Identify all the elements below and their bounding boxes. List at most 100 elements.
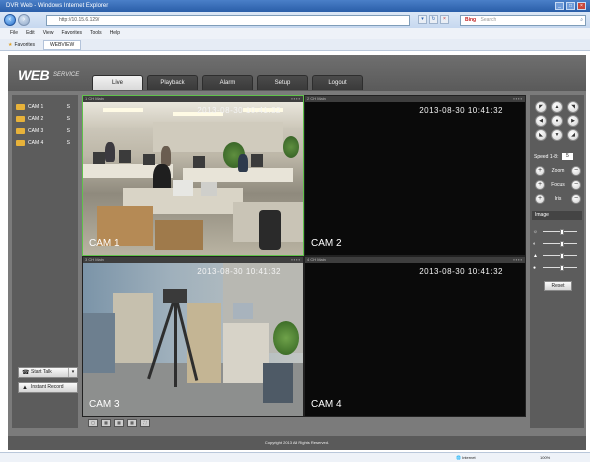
channel-panel: CAM 1 S CAM 2 S CAM 3 S CAM 4 S ☎ Start … <box>12 95 78 428</box>
logo: WEB <box>18 67 50 83</box>
list-item[interactable]: CAM 3 S <box>16 125 74 137</box>
ptz-speed: Speed 1-8: 5 <box>534 153 582 161</box>
video-label: CAM 2 <box>311 238 342 249</box>
layout-16-icon[interactable]: ▦ <box>127 419 137 427</box>
ptz-up-icon[interactable]: ▲ <box>551 101 563 113</box>
video-cell-cam2[interactable]: 2 CH Main ▪▪▪▪ 2013-08-30 10:41:32 CAM 2 <box>305 96 525 255</box>
footer-copyright: Copyright 2013 All Rights Reserved. <box>8 436 586 450</box>
instant-record-label: Instant Record <box>31 384 64 390</box>
list-item[interactable]: CAM 2 S <box>16 113 74 125</box>
ptz-up-right-icon[interactable]: ◥ <box>567 101 579 113</box>
slider-knob[interactable] <box>560 265 564 271</box>
video-cell-cam1[interactable]: 1 CH Main ▪▪▪▪ 2013-08-30 10:41:32 CAM 1 <box>82 95 304 256</box>
chevron-down-icon[interactable]: ▾ <box>68 368 77 377</box>
focus-in-button[interactable]: + <box>535 180 545 190</box>
logo-sub: SERVICE <box>53 72 80 78</box>
bing-icon: Bing <box>465 17 477 23</box>
slider-knob[interactable] <box>560 229 564 235</box>
ptz-center-icon[interactable]: ● <box>551 115 563 127</box>
hue-slider[interactable]: ● <box>533 263 581 273</box>
layout-1-icon[interactable]: ▢ <box>88 419 98 427</box>
video-cell-cam4[interactable]: 4 CH Main ▪▪▪▪ 2013-08-30 10:41:32 CAM 4 <box>305 257 525 416</box>
fullscreen-icon[interactable]: ⛶ <box>140 419 150 427</box>
menu-file[interactable]: File <box>10 28 18 39</box>
slider-knob[interactable] <box>560 241 564 247</box>
address-field[interactable]: http://10.15.6.129/ <box>46 15 410 26</box>
stop-icon[interactable]: × <box>440 15 449 24</box>
tab-logout[interactable]: Logout <box>312 75 363 90</box>
zoom-level[interactable]: 100% <box>540 453 550 462</box>
instant-record-button[interactable]: ▲ Instant Record <box>18 382 78 393</box>
browser-tab[interactable]: WEBVIEW <box>43 39 82 50</box>
ptz-down-left-icon[interactable]: ◣ <box>535 129 547 141</box>
search-icon[interactable]: ⌕ <box>580 16 583 25</box>
iris-close-button[interactable]: − <box>571 194 581 204</box>
zoom-in-button[interactable]: + <box>535 166 545 176</box>
ptz-up-left-icon[interactable]: ◤ <box>535 101 547 113</box>
back-button[interactable]: ‹ <box>4 14 16 26</box>
ptz-down-icon[interactable]: ▼ <box>551 129 563 141</box>
menu-view[interactable]: View <box>43 28 54 39</box>
camera-stream: S <box>66 128 70 134</box>
video-titlebar: 2 CH Main ▪▪▪▪ <box>305 96 525 102</box>
ptz-right-icon[interactable]: ▶ <box>567 115 579 127</box>
cam1-image <box>83 102 303 255</box>
cam3-image <box>83 263 303 416</box>
list-item[interactable]: CAM 1 S <box>16 101 74 113</box>
tab-playback[interactable]: Playback <box>147 75 198 90</box>
tab-setup[interactable]: Setup <box>257 75 308 90</box>
layout-9-icon[interactable]: ▦ <box>114 419 124 427</box>
menu-tools[interactable]: Tools <box>90 28 102 39</box>
favorites-button[interactable]: ★ Favorites <box>8 42 35 48</box>
reset-button[interactable]: Reset <box>544 281 572 291</box>
search-field[interactable]: Bing Search ⌕ <box>460 15 586 26</box>
speed-select[interactable]: 5 <box>561 153 573 161</box>
window-controls: _ □ × <box>555 2 586 10</box>
menu-help[interactable]: Help <box>110 28 120 39</box>
ptz-left-icon[interactable]: ◀ <box>535 115 547 127</box>
app-header: WEB SERVICE Live Playback Alarm Setup Lo… <box>8 55 586 91</box>
iris-open-button[interactable]: + <box>535 194 545 204</box>
focus-out-button[interactable]: − <box>571 180 581 190</box>
video-label: CAM 4 <box>311 399 342 410</box>
brightness-icon: ☼ <box>533 229 538 235</box>
video-timestamp: 2013-08-30 10:41:32 <box>419 106 503 115</box>
contrast-slider[interactable]: ◐ <box>533 239 581 249</box>
close-icon[interactable]: × <box>577 2 586 10</box>
video-controls-icon[interactable]: ▪▪▪▪ <box>513 96 523 102</box>
refresh-icon[interactable]: ↻ <box>429 15 438 24</box>
camera-name: CAM 4 <box>28 140 44 146</box>
start-talk-button[interactable]: ☎ Start Talk ▾ <box>18 367 78 378</box>
list-item[interactable]: CAM 4 S <box>16 137 74 149</box>
forward-button[interactable]: › <box>18 14 30 26</box>
tab-alarm[interactable]: Alarm <box>202 75 253 90</box>
compat-icon[interactable]: ▾ <box>418 15 427 24</box>
focus-control: + Focus − <box>535 179 581 191</box>
web-service-app: WEB SERVICE Live Playback Alarm Setup Lo… <box>8 55 586 450</box>
menu-bar: File Edit View Favorites Tools Help <box>0 28 590 39</box>
ptz-direction-pad: ◤ ▲ ◥ ◀ ● ▶ ◣ ▼ ◢ <box>535 101 581 141</box>
minimize-icon[interactable]: _ <box>555 2 564 10</box>
maximize-icon[interactable]: □ <box>566 2 575 10</box>
layout-4-icon[interactable]: ▦ <box>101 419 111 427</box>
tab-live[interactable]: Live <box>92 75 143 90</box>
saturation-icon: ▲ <box>533 253 538 259</box>
video-controls-icon[interactable]: ▪▪▪▪ <box>513 257 523 263</box>
video-timestamp: 2013-08-30 10:41:32 <box>197 267 281 276</box>
phone-icon: ☎ <box>22 370 30 376</box>
menu-edit[interactable]: Edit <box>26 28 35 39</box>
browser-statusbar: 🌐 Internet 100% <box>0 452 590 462</box>
ptz-panel: ◤ ▲ ◥ ◀ ● ▶ ◣ ▼ ◢ Speed 1-8: 5 + Zoom − … <box>530 95 584 428</box>
iris-label: Iris <box>554 196 562 202</box>
brightness-slider[interactable]: ☼ <box>533 227 581 237</box>
video-cell-cam3[interactable]: 3 CH Main ▪▪▪▪ 2013-08-30 10:41:32 CAM 3 <box>83 257 303 416</box>
zoom-out-button[interactable]: − <box>571 166 581 176</box>
saturation-slider[interactable]: ▲ <box>533 251 581 261</box>
focus-label: Focus <box>551 182 565 188</box>
camera-folder-icon <box>16 140 25 146</box>
video-grid: 1 CH Main ▪▪▪▪ 2013-08-30 10:41:32 CAM 1… <box>82 95 526 417</box>
slider-knob[interactable] <box>560 253 564 259</box>
menu-favorites[interactable]: Favorites <box>61 28 82 39</box>
video-timestamp: 2013-08-30 10:41:32 <box>419 267 503 276</box>
ptz-down-right-icon[interactable]: ◢ <box>567 129 579 141</box>
